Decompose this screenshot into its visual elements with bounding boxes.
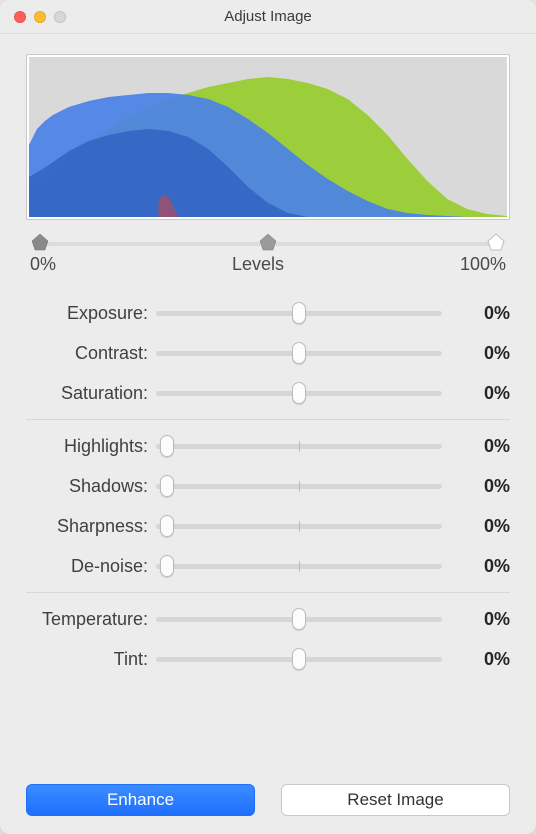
window-title: Adjust Image	[0, 8, 536, 25]
slider-tick	[299, 521, 300, 532]
exposure-label: Exposure:	[26, 303, 156, 324]
shadows-slider[interactable]	[156, 474, 442, 498]
contrast-value: 0%	[442, 343, 510, 364]
exposure-value: 0%	[442, 303, 510, 324]
contrast-slider[interactable]	[156, 341, 442, 365]
tint-slider[interactable]	[156, 647, 442, 671]
contrast-label: Contrast:	[26, 343, 156, 364]
temperature-row: Temperature: 0%	[26, 599, 510, 639]
levels-mid-point-handle[interactable]	[258, 232, 278, 252]
histogram-svg	[29, 57, 507, 217]
temperature-label: Temperature:	[26, 609, 156, 630]
tint-value: 0%	[442, 649, 510, 670]
minimize-window-button[interactable]	[34, 11, 46, 23]
sharpness-row: Sharpness: 0%	[26, 506, 510, 546]
highlights-thumb[interactable]	[160, 435, 174, 457]
levels-black-point-handle[interactable]	[30, 232, 50, 252]
levels-right-label: 100%	[460, 254, 506, 275]
highlights-row: Highlights: 0%	[26, 426, 510, 466]
saturation-row: Saturation: 0%	[26, 373, 510, 413]
saturation-label: Saturation:	[26, 383, 156, 404]
content-area: 0% Levels 100% Exposure: 0% Contrast: 0%	[0, 34, 536, 834]
levels-left-label: 0%	[30, 254, 56, 275]
highlights-value: 0%	[442, 436, 510, 457]
contrast-thumb[interactable]	[292, 342, 306, 364]
reset-image-button[interactable]: Reset Image	[281, 784, 510, 816]
denoise-value: 0%	[442, 556, 510, 577]
slider-tick	[299, 441, 300, 452]
denoise-slider[interactable]	[156, 554, 442, 578]
shadows-thumb[interactable]	[160, 475, 174, 497]
saturation-slider[interactable]	[156, 381, 442, 405]
highlights-slider[interactable]	[156, 434, 442, 458]
tint-row: Tint: 0%	[26, 639, 510, 679]
contrast-row: Contrast: 0%	[26, 333, 510, 373]
temperature-thumb[interactable]	[292, 608, 306, 630]
shadows-label: Shadows:	[26, 476, 156, 497]
levels-slider[interactable]	[26, 226, 510, 254]
button-row: Enhance Reset Image	[26, 768, 510, 816]
histogram	[26, 54, 510, 220]
denoise-label: De-noise:	[26, 556, 156, 577]
temperature-slider[interactable]	[156, 607, 442, 631]
shadows-row: Shadows: 0%	[26, 466, 510, 506]
sharpness-slider[interactable]	[156, 514, 442, 538]
exposure-thumb[interactable]	[292, 302, 306, 324]
highlights-label: Highlights:	[26, 436, 156, 457]
saturation-thumb[interactable]	[292, 382, 306, 404]
levels-white-point-handle[interactable]	[486, 232, 506, 252]
exposure-row: Exposure: 0%	[26, 293, 510, 333]
slider-tick	[299, 481, 300, 492]
sharpness-thumb[interactable]	[160, 515, 174, 537]
adjust-image-window: Adjust Image	[0, 0, 536, 834]
denoise-row: De-noise: 0%	[26, 546, 510, 586]
titlebar: Adjust Image	[0, 0, 536, 34]
levels-labels: 0% Levels 100%	[26, 254, 510, 275]
enhance-button[interactable]: Enhance	[26, 784, 255, 816]
tint-thumb[interactable]	[292, 648, 306, 670]
slider-tick	[299, 561, 300, 572]
window-controls	[0, 11, 66, 23]
close-window-button[interactable]	[14, 11, 26, 23]
tint-label: Tint:	[26, 649, 156, 670]
group-divider	[26, 592, 510, 593]
group-divider	[26, 419, 510, 420]
exposure-slider[interactable]	[156, 301, 442, 325]
levels-center-label: Levels	[232, 254, 284, 275]
temperature-value: 0%	[442, 609, 510, 630]
shadows-value: 0%	[442, 476, 510, 497]
sharpness-label: Sharpness:	[26, 516, 156, 537]
sliders-group: Exposure: 0% Contrast: 0% Saturation:	[26, 293, 510, 679]
saturation-value: 0%	[442, 383, 510, 404]
zoom-window-button	[54, 11, 66, 23]
sharpness-value: 0%	[442, 516, 510, 537]
denoise-thumb[interactable]	[160, 555, 174, 577]
